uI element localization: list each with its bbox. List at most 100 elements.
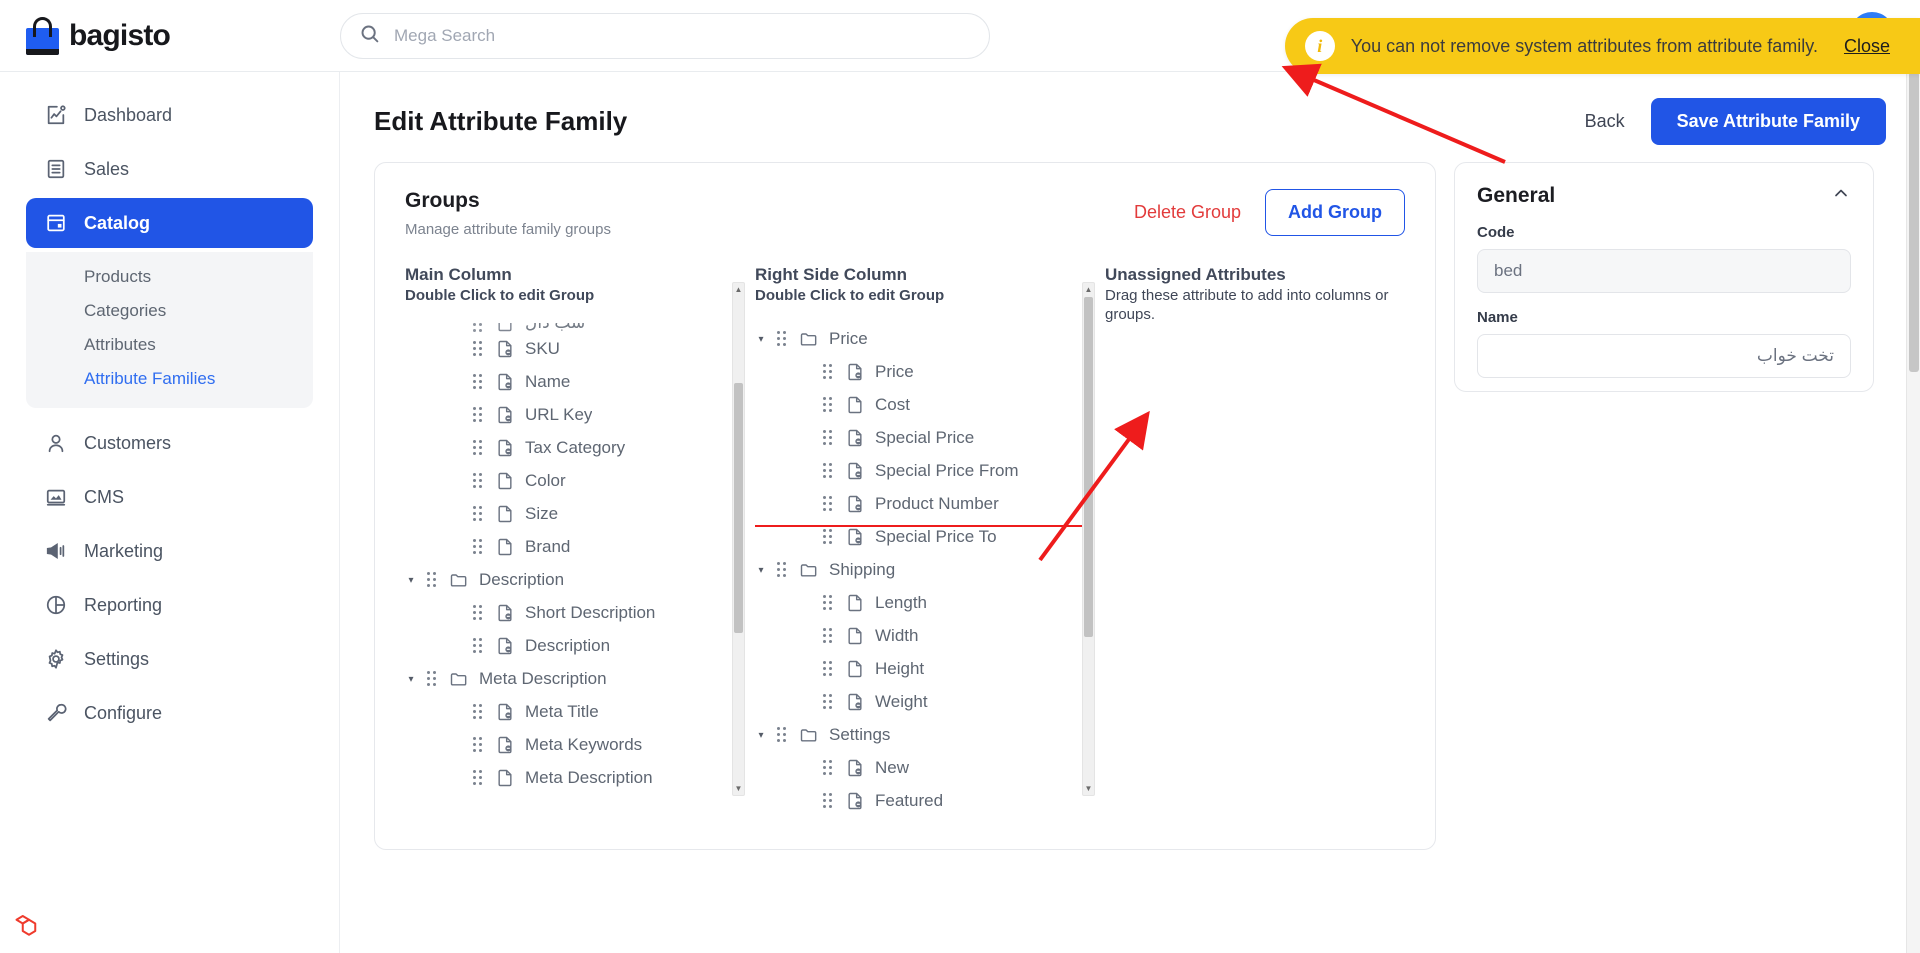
search-input[interactable]: [392, 24, 971, 47]
tree-group-row[interactable]: ▾ Description: [405, 564, 733, 597]
drag-handle-icon[interactable]: [823, 397, 835, 413]
tree-row[interactable]: ▾ Featured: [755, 785, 1083, 818]
tree-row[interactable]: ▾ Width: [755, 620, 1083, 653]
main-column-scroll[interactable]: ▾ سب دال ▾: [405, 322, 745, 837]
sidebar-item-sales[interactable]: Sales: [26, 144, 313, 194]
drag-handle-icon[interactable]: [473, 341, 485, 357]
tree-row[interactable]: ▾ New: [755, 752, 1083, 785]
sidebar-item-settings[interactable]: Settings: [26, 634, 313, 684]
drag-handle-icon[interactable]: [473, 638, 485, 654]
tree-row[interactable]: ▾ Tax Category: [405, 432, 733, 465]
drag-handle-icon[interactable]: [823, 496, 835, 512]
back-button[interactable]: Back: [1585, 111, 1625, 132]
drag-handle-icon[interactable]: [473, 704, 485, 720]
sidebar-item-categories[interactable]: Categories: [26, 294, 313, 328]
chevron-down-icon[interactable]: ▾: [755, 565, 767, 576]
tree-group-row[interactable]: ▾ Meta Description: [405, 663, 733, 696]
chevron-down-icon[interactable]: ▾: [755, 730, 767, 741]
scroll-up-icon[interactable]: ▲: [733, 283, 744, 296]
drag-handle-icon[interactable]: [823, 628, 835, 644]
tree-row[interactable]: ▾ Meta Description: [405, 762, 733, 795]
general-card-header[interactable]: General: [1477, 183, 1851, 208]
unassigned-attributes-column[interactable]: Unassigned Attributes Drag these attribu…: [1105, 264, 1405, 837]
drag-handle-icon[interactable]: [427, 671, 439, 687]
tree-group-row[interactable]: ▾ Settings: [755, 719, 1083, 752]
chevron-down-icon[interactable]: ▾: [405, 575, 417, 586]
drag-handle-icon[interactable]: [777, 727, 789, 743]
sidebar-item-dashboard[interactable]: Dashboard: [26, 90, 313, 140]
drag-handle-icon[interactable]: [473, 407, 485, 423]
tree-row[interactable]: ▾ Color: [405, 465, 733, 498]
drag-handle-icon[interactable]: [823, 529, 835, 545]
chevron-up-icon[interactable]: [1831, 183, 1851, 208]
drag-handle-icon[interactable]: [473, 322, 485, 333]
drag-handle-icon[interactable]: [473, 539, 485, 555]
tree-row[interactable]: ▾ Description: [405, 630, 733, 663]
tree-row[interactable]: ▾ Special Price From: [755, 455, 1083, 488]
brand-logo[interactable]: bagisto: [0, 16, 340, 55]
sidebar-item-products[interactable]: Products: [26, 260, 313, 294]
scroll-up-icon[interactable]: ▲: [1083, 283, 1094, 296]
name-input[interactable]: [1477, 334, 1851, 378]
tree-row[interactable]: ▾ سب دال: [405, 322, 733, 333]
sidebar-item-configure[interactable]: Configure: [26, 688, 313, 738]
code-input[interactable]: [1477, 249, 1851, 293]
toast-close-button[interactable]: Close: [1844, 36, 1890, 57]
tree-row[interactable]: ▾ Weight: [755, 686, 1083, 719]
drag-handle-icon[interactable]: [473, 770, 485, 786]
scrollbar-thumb[interactable]: [1084, 297, 1093, 637]
sidebar-item-marketing[interactable]: Marketing: [26, 526, 313, 576]
chevron-down-icon[interactable]: ▾: [405, 674, 417, 685]
drag-handle-icon[interactable]: [473, 506, 485, 522]
scroll-down-icon[interactable]: ▼: [733, 782, 744, 795]
right-column-scroll[interactable]: ▾ Price ▾: [755, 323, 1095, 837]
main-column-scrollbar[interactable]: ▲ ▼: [732, 282, 745, 796]
drag-handle-icon[interactable]: [473, 374, 485, 390]
save-attribute-family-button[interactable]: Save Attribute Family: [1650, 97, 1886, 145]
tree-row[interactable]: ▾ Name: [405, 366, 733, 399]
delete-group-button[interactable]: Delete Group: [1134, 202, 1241, 223]
drag-handle-icon[interactable]: [473, 473, 485, 489]
drag-handle-icon[interactable]: [823, 463, 835, 479]
drag-handle-icon[interactable]: [473, 737, 485, 753]
scrollbar-thumb[interactable]: [734, 383, 743, 633]
drag-handle-icon[interactable]: [823, 595, 835, 611]
tree-row[interactable]: ▾ URL Key: [405, 399, 733, 432]
mega-search-box[interactable]: [340, 12, 990, 59]
sidebar-item-reporting[interactable]: Reporting: [26, 580, 313, 630]
tree-row[interactable]: ▾ Cost: [755, 389, 1083, 422]
drag-handle-icon[interactable]: [777, 562, 789, 578]
scroll-down-icon[interactable]: ▼: [1083, 782, 1094, 795]
drag-handle-icon[interactable]: [823, 793, 835, 809]
sidebar-item-attributes[interactable]: Attributes: [26, 328, 313, 362]
tree-row[interactable]: ▾ Size: [405, 498, 733, 531]
sidebar-item-cms[interactable]: CMS: [26, 472, 313, 522]
drag-handle-icon[interactable]: [777, 331, 789, 347]
tree-row[interactable]: ▾ Height: [755, 653, 1083, 686]
chevron-down-icon[interactable]: ▾: [755, 334, 767, 345]
drag-handle-icon[interactable]: [823, 694, 835, 710]
tree-row[interactable]: ▾ Special Price: [755, 422, 1083, 455]
tree-row[interactable]: ▾ Meta Title: [405, 696, 733, 729]
page-scrollbar[interactable]: [1906, 72, 1920, 953]
drag-handle-icon[interactable]: [823, 760, 835, 776]
drag-handle-icon[interactable]: [823, 364, 835, 380]
drag-handle-icon[interactable]: [823, 661, 835, 677]
tree-group-row[interactable]: ▾ Shipping: [755, 554, 1083, 587]
sidebar-item-customers[interactable]: Customers: [26, 418, 313, 468]
sidebar-item-attribute-families[interactable]: Attribute Families: [26, 362, 313, 396]
drag-handle-icon[interactable]: [427, 572, 439, 588]
add-group-button[interactable]: Add Group: [1265, 189, 1405, 236]
tree-row[interactable]: ▾ Length: [755, 587, 1083, 620]
tree-row[interactable]: ▾ Price: [755, 356, 1083, 389]
tree-row-product-number[interactable]: ▾ Product Number: [755, 488, 1095, 527]
drag-handle-icon[interactable]: [823, 430, 835, 446]
tree-row[interactable]: ▾ Short Description: [405, 597, 733, 630]
sidebar-item-catalog[interactable]: Catalog: [26, 198, 313, 248]
tree-row[interactable]: ▾ Brand: [405, 531, 733, 564]
tree-row[interactable]: ▾ Meta Keywords: [405, 729, 733, 762]
tree-row[interactable]: ▾ SKU: [405, 333, 733, 366]
tree-group-row[interactable]: ▾ Price: [755, 323, 1083, 356]
drag-handle-icon[interactable]: [473, 605, 485, 621]
page-scrollbar-thumb[interactable]: [1909, 72, 1919, 372]
